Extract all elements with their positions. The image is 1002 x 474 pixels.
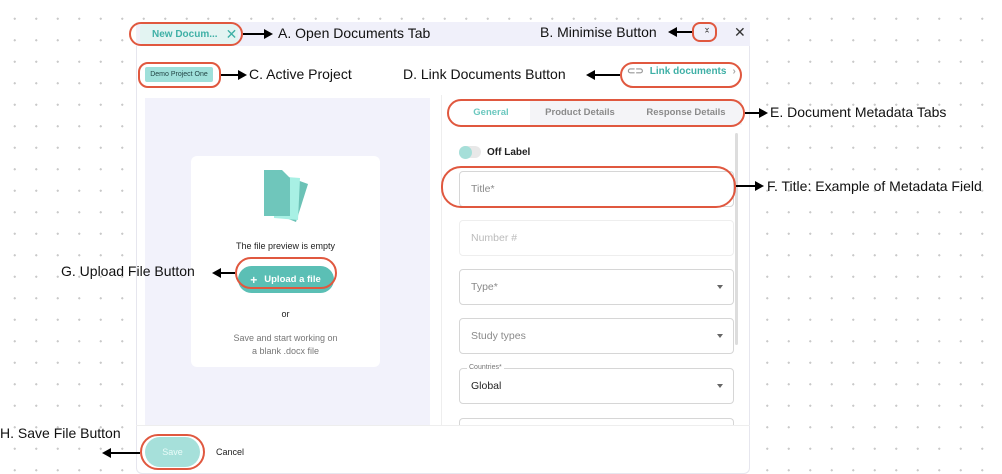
number-placeholder: Number # — [471, 232, 518, 244]
annotation-label-h: H. Save File Button — [0, 425, 121, 441]
annotation-arrow-f — [736, 185, 756, 187]
arrowhead-icon — [264, 29, 273, 39]
documents-icon — [263, 170, 308, 222]
empty-preview-text: The file preview is empty — [235, 241, 336, 251]
annotation-label-a: A. Open Documents Tab — [278, 25, 431, 41]
arrowhead-icon — [759, 108, 768, 118]
annotation-label-e: E. Document Metadata Tabs — [770, 104, 947, 120]
annotation-label-c: C. Active Project — [249, 66, 352, 82]
annotation-outline-d — [620, 62, 742, 88]
annotation-arrow-b — [676, 31, 692, 33]
annotation-arrow-a — [243, 33, 266, 35]
annotation-label-f: F. Title: Example of Metadata Field — [767, 178, 982, 194]
countries-label: Countries* — [467, 364, 504, 371]
type-select[interactable]: Type* — [459, 269, 734, 305]
annotation-label-g: G. Upload File Button — [61, 263, 195, 279]
arrowhead-icon — [238, 70, 247, 80]
annotation-outline-a — [129, 22, 243, 46]
annotation-arrow-d — [594, 74, 620, 76]
annotation-arrow-h — [110, 452, 140, 454]
arrowhead-icon — [755, 181, 764, 191]
form-scrollbar[interactable] — [735, 133, 738, 345]
countries-value: Global — [471, 380, 502, 392]
annotation-outline-b — [692, 22, 717, 42]
or-text: or — [281, 309, 290, 319]
annotation-outline-c — [138, 62, 221, 88]
off-label-toggle[interactable] — [459, 145, 481, 159]
type-placeholder: Type* — [471, 281, 498, 293]
annotation-outline-e — [447, 99, 745, 127]
off-label-text: Off Label — [487, 147, 531, 158]
hint-line-2: a blank .docx file — [251, 346, 320, 356]
dropdown-arrow-icon — [717, 334, 723, 338]
dropdown-arrow-icon — [717, 285, 723, 289]
annotation-outline-h — [140, 434, 205, 470]
arrowhead-icon — [668, 27, 677, 37]
hint-line-1: Save and start working on — [233, 333, 338, 343]
cancel-button[interactable]: Cancel — [216, 447, 244, 457]
arrowhead-icon — [586, 70, 595, 80]
annotation-arrow-g — [220, 272, 235, 274]
number-input[interactable]: Number # — [459, 220, 734, 256]
annotation-label-b: B. Minimise Button — [540, 24, 657, 40]
study-types-select[interactable]: Study types — [459, 318, 734, 354]
annotation-label-d: D. Link Documents Button — [403, 66, 566, 82]
footer-divider — [136, 425, 750, 426]
close-dialog-button[interactable]: ✕ — [734, 24, 746, 41]
next-field — [459, 418, 734, 425]
annotation-outline-f — [441, 166, 736, 208]
arrowhead-icon — [102, 448, 111, 458]
panel-divider — [441, 95, 442, 425]
annotation-outline-g — [235, 257, 337, 289]
dropdown-arrow-icon — [717, 384, 723, 388]
blank-file-hint: Save and start working on a blank .docx f… — [191, 332, 380, 358]
arrowhead-icon — [212, 268, 221, 278]
study-placeholder: Study types — [471, 330, 526, 342]
countries-select[interactable]: Global — [459, 368, 734, 404]
